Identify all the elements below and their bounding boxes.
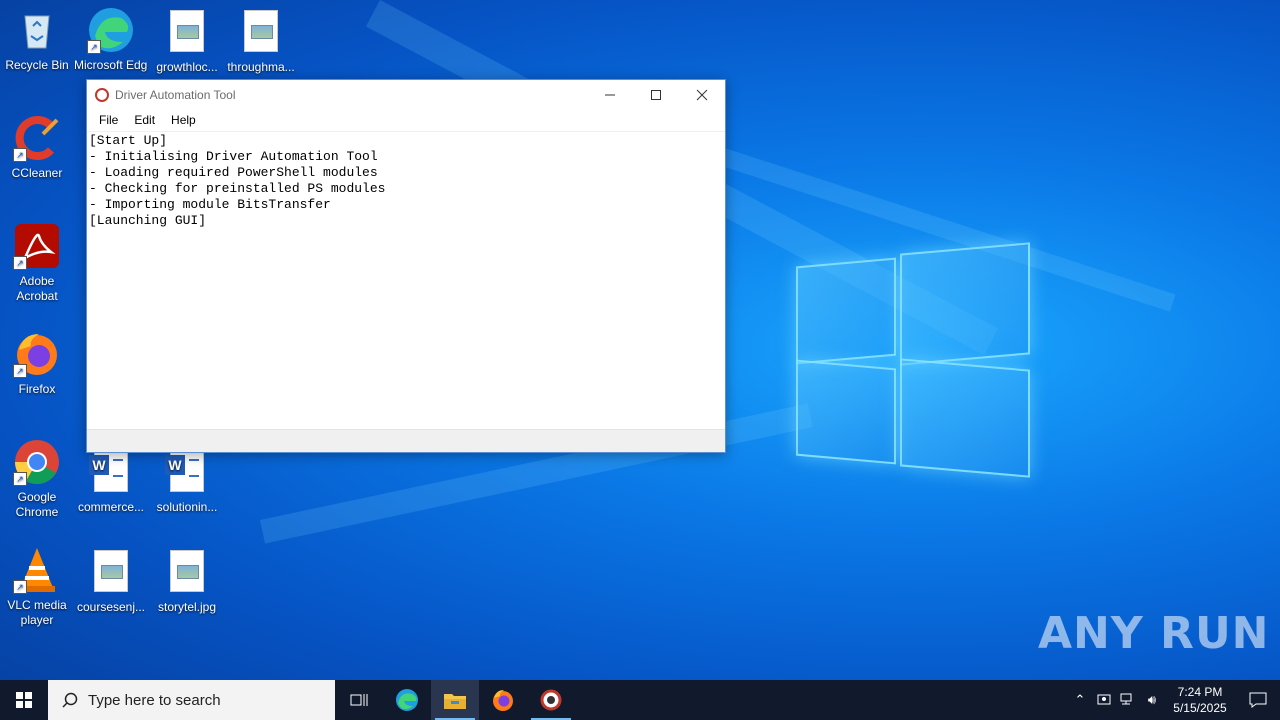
chrome-icon: ↗ — [13, 438, 61, 486]
acrobat-icon: ↗ — [13, 222, 61, 270]
desktop-icon-storytel[interactable]: storytel.jpg — [150, 546, 224, 615]
windows-start-icon — [16, 692, 32, 708]
meet-now-icon[interactable] — [1092, 692, 1116, 709]
task-view-icon — [350, 694, 368, 706]
image-file-icon — [244, 10, 278, 52]
desktop-icon-ccleaner[interactable]: ↗ CCleaner — [0, 114, 74, 181]
maximize-button[interactable] — [633, 80, 679, 109]
app-icon — [95, 87, 109, 102]
image-file-icon — [170, 10, 204, 52]
desktop-icon-vlc[interactable]: ↗ VLC media player — [0, 546, 74, 628]
anyrun-watermark: ANY RUN — [1038, 608, 1270, 659]
taskbar-file-explorer[interactable] — [431, 680, 479, 720]
firefox-icon — [493, 690, 513, 711]
menu-file[interactable]: File — [91, 111, 126, 129]
shortcut-arrow-icon: ↗ — [13, 580, 27, 594]
desktop-icon-recycle-bin[interactable]: Recycle Bin — [0, 6, 74, 73]
windows-logo-wallpaper — [796, 240, 1030, 480]
maximize-icon — [651, 89, 661, 100]
desktop-icon-firefox[interactable]: ↗ Firefox — [0, 330, 74, 397]
log-output[interactable]: [Start Up] - Initialising Driver Automat… — [87, 132, 725, 430]
taskbar-driver-automation-tool[interactable] — [527, 680, 575, 720]
desktop-icon-commerce[interactable]: W commerce... — [74, 446, 148, 515]
title-bar[interactable]: Driver Automation Tool — [87, 80, 725, 109]
desktop-icon-throughma[interactable]: throughma... — [224, 6, 298, 75]
close-button[interactable] — [679, 80, 725, 109]
desktop-icon-solutionin[interactable]: W solutionin... — [150, 446, 224, 515]
taskbar-firefox[interactable] — [479, 680, 527, 720]
image-file-icon — [170, 550, 204, 592]
chevron-up-icon[interactable]: ⌃ — [1068, 692, 1092, 708]
menu-help[interactable]: Help — [163, 111, 204, 129]
edge-icon — [396, 689, 418, 711]
recycle-bin-icon — [13, 6, 61, 54]
desktop-icon-microsoft-edge[interactable]: ↗ Microsoft Edge — [74, 6, 148, 73]
system-tray: ⌃ 🔊︎ 7:24 PM 5/15/2025 — [1068, 680, 1280, 720]
start-button[interactable] — [0, 680, 48, 720]
notification-icon — [1249, 692, 1267, 708]
taskbar: Type here to search ⌃ 🔊︎ 7:24 PM 5/15/20… — [0, 680, 1280, 720]
taskbar-clock[interactable]: 7:24 PM 5/15/2025 — [1164, 684, 1236, 716]
ccleaner-icon: ↗ — [13, 114, 61, 162]
network-icon[interactable] — [1116, 692, 1140, 709]
minimize-button[interactable] — [587, 80, 633, 109]
shortcut-arrow-icon: ↗ — [13, 364, 27, 378]
task-view-button[interactable] — [335, 680, 383, 720]
word-document-icon: W — [165, 450, 204, 492]
firefox-icon: ↗ — [13, 330, 61, 378]
word-document-icon: W — [89, 450, 128, 492]
shortcut-arrow-icon: ↗ — [13, 256, 27, 270]
driver-automation-tool-icon — [540, 689, 562, 711]
desktop-icon-adobe-acrobat[interactable]: ↗ Adobe Acrobat — [0, 222, 74, 304]
vlc-icon: ↗ — [13, 546, 61, 594]
driver-automation-tool-window[interactable]: Driver Automation Tool File Edit Help [S… — [86, 79, 726, 453]
status-bar — [87, 429, 725, 452]
image-file-icon — [94, 550, 128, 592]
window-title: Driver Automation Tool — [115, 87, 236, 102]
search-icon — [62, 692, 78, 708]
minimize-icon — [605, 94, 615, 95]
search-placeholder: Type here to search — [88, 691, 221, 709]
taskbar-edge[interactable] — [383, 680, 431, 720]
taskbar-search-box[interactable]: Type here to search — [48, 680, 335, 720]
folder-icon — [444, 694, 466, 709]
desktop-icon-coursesenj[interactable]: coursesenj... — [74, 546, 148, 615]
shortcut-arrow-icon: ↗ — [13, 472, 27, 486]
edge-icon: ↗ — [87, 6, 135, 54]
shortcut-arrow-icon: ↗ — [13, 148, 27, 162]
menu-edit[interactable]: Edit — [126, 111, 163, 129]
desktop-icon-growthloc[interactable]: growthloc... — [150, 6, 224, 75]
close-icon — [696, 89, 708, 100]
clock-date: 5/15/2025 — [1173, 701, 1227, 715]
desktop-icon-google-chrome[interactable]: ↗ Google Chrome — [0, 438, 74, 520]
action-center-button[interactable] — [1236, 680, 1280, 720]
menu-bar: File Edit Help — [87, 109, 725, 132]
shortcut-arrow-icon: ↗ — [87, 40, 101, 54]
volume-icon[interactable]: 🔊︎ — [1140, 692, 1164, 708]
clock-time: 7:24 PM — [1177, 685, 1223, 699]
